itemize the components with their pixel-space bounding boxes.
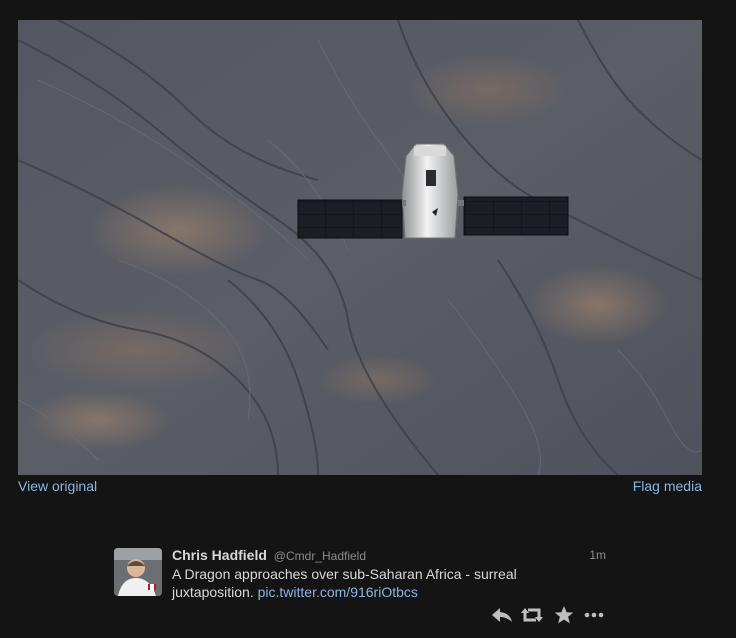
- earth-terrain-photo: [18, 20, 702, 475]
- avatar[interactable]: [114, 548, 162, 596]
- favorite-star-icon: [554, 606, 574, 624]
- author-handle[interactable]: @Cmdr_Hadfield: [274, 549, 366, 563]
- tweet-timestamp[interactable]: 1m: [589, 548, 606, 562]
- more-options-button[interactable]: [582, 604, 606, 626]
- tweet-header: Chris Hadfield @Cmdr_Hadfield: [172, 546, 612, 565]
- author-name[interactable]: Chris Hadfield: [172, 547, 267, 563]
- retweet-icon: [521, 608, 543, 622]
- tweet-text: A Dragon approaches over sub-Saharan Afr…: [172, 565, 542, 601]
- retweet-button[interactable]: [520, 604, 544, 626]
- reply-button[interactable]: [490, 604, 514, 626]
- favorite-button[interactable]: [552, 604, 576, 626]
- astronaut-avatar-image: [114, 548, 162, 596]
- more-dots-icon: [584, 612, 604, 618]
- view-original-link[interactable]: View original: [18, 478, 97, 494]
- tweet-media-link[interactable]: pic.twitter.com/916riOtbcs: [258, 584, 418, 600]
- tweet-photo[interactable]: [18, 20, 702, 475]
- media-viewer: View original Flag media Chris Hadfield …: [0, 0, 736, 638]
- flag-media-link[interactable]: Flag media: [633, 478, 702, 494]
- reply-icon: [492, 608, 512, 622]
- tweet-content: Chris Hadfield @Cmdr_Hadfield 1m A Drago…: [172, 546, 612, 601]
